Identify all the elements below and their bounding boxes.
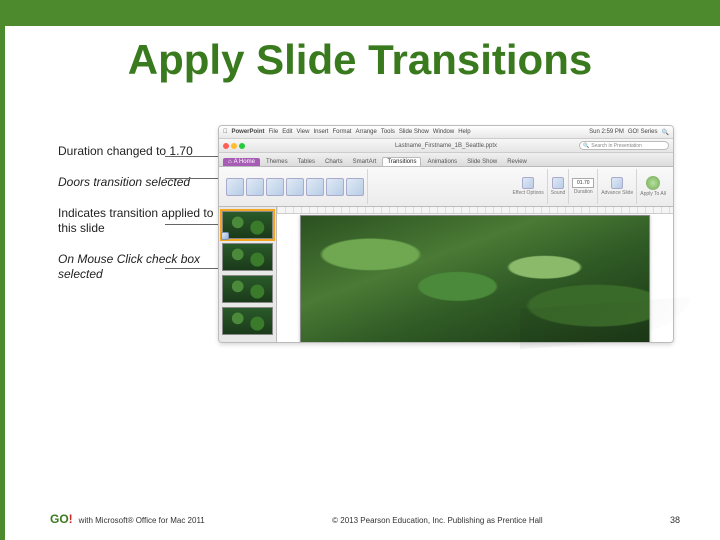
menu-item: View xyxy=(297,129,310,135)
slide-thumbnail xyxy=(222,211,273,239)
ribbon-apply-all: Apply To All xyxy=(637,169,669,204)
slide-thumbnail xyxy=(222,243,273,271)
slide-top-accent xyxy=(0,0,720,26)
search-input: Search in Presentation xyxy=(579,141,669,150)
tab-home: ⌂ A Home xyxy=(223,158,260,166)
embedded-screenshot: PowerPoint File Edit View Insert Format … xyxy=(218,125,674,343)
window-titlebar: Lastname_Firstname_1B_Seattle.pptx Searc… xyxy=(219,139,673,153)
ribbon-effect-options: Effect Options xyxy=(509,169,547,204)
menu-item: Help xyxy=(458,129,470,135)
menu-item: Tools xyxy=(381,129,395,135)
ribbon-duration: 01.70 Duration xyxy=(569,169,598,204)
apply-all-icon xyxy=(646,176,660,190)
menu-clock: Sun 2:59 PM xyxy=(589,129,624,136)
transition-thumb-icon xyxy=(286,178,304,196)
effect-options-icon xyxy=(522,177,534,189)
transition-thumb-icon xyxy=(246,178,264,196)
tab-charts: Charts xyxy=(321,158,347,166)
tab-animations: Animations xyxy=(423,158,461,166)
mac-menubar: PowerPoint File Edit View Insert Format … xyxy=(219,126,673,139)
ribbon-tabstrip: ⌂ A Home Themes Tables Charts SmartArt T… xyxy=(219,153,673,167)
spotlight-icon: 🔍 xyxy=(662,129,669,136)
tab-tables: Tables xyxy=(294,158,319,166)
transition-thumb-icon xyxy=(266,178,284,196)
menu-item: Format xyxy=(332,129,351,135)
footer-logo: GO! xyxy=(50,512,73,526)
callout-list: Duration changed to 1.70 Doors transitio… xyxy=(58,144,228,298)
horizontal-ruler xyxy=(277,207,673,214)
menu-item: Slide Show xyxy=(399,129,429,135)
menu-user: GO! Series xyxy=(628,129,658,136)
transition-thumb-icon xyxy=(326,178,344,196)
transition-thumb-icon xyxy=(346,178,364,196)
footer-page-number: 38 xyxy=(670,515,680,525)
minimize-icon xyxy=(231,143,237,149)
transition-thumb-icon xyxy=(306,178,324,196)
slide-thumbnail xyxy=(222,307,273,335)
window-traffic-lights xyxy=(223,143,245,149)
callout-indicator: Indicates transition applied to this sli… xyxy=(58,206,228,236)
slide-thumbnail xyxy=(222,275,273,303)
advance-icon xyxy=(611,177,623,189)
sound-icon xyxy=(552,177,564,189)
tab-slideshow: Slide Show xyxy=(463,158,501,166)
slide-footer: GO! with Microsoft® Office for Mac 2011 … xyxy=(50,512,680,526)
search-placeholder: Search in Presentation xyxy=(591,143,642,149)
ribbon-advance: Advance Slide xyxy=(598,169,637,204)
menu-item: Insert xyxy=(313,129,328,135)
current-slide xyxy=(300,215,650,343)
ribbon-sound: Sound xyxy=(548,169,569,204)
ribbon: Effect Options Sound 01.70 Duration Adva… xyxy=(219,167,673,207)
menu-item: File xyxy=(269,129,279,135)
menu-item: Window xyxy=(433,129,454,135)
zoom-icon xyxy=(239,143,245,149)
footer-copyright: © 2013 Pearson Education, Inc. Publishin… xyxy=(332,516,542,525)
tab-themes: Themes xyxy=(262,158,292,166)
ribbon-transition-gallery xyxy=(223,169,368,204)
menu-item: Edit xyxy=(282,129,292,135)
document-title: Lastname_Firstname_1B_Seattle.pptx xyxy=(395,143,497,149)
footer-book: with Microsoft® Office for Mac 2011 xyxy=(79,516,205,525)
menu-app: PowerPoint xyxy=(232,129,265,135)
slide-thumbnail-panel xyxy=(219,207,277,342)
apple-icon xyxy=(223,129,228,135)
callout-mouseclick: On Mouse Click check box selected xyxy=(58,252,228,282)
close-icon xyxy=(223,143,229,149)
slide-title: Apply Slide Transitions xyxy=(0,36,720,84)
duration-field: 01.70 xyxy=(572,178,594,188)
menu-item: Arrange xyxy=(355,129,376,135)
transition-indicator-icon xyxy=(221,232,229,240)
tab-review: Review xyxy=(503,158,531,166)
home-icon: ⌂ xyxy=(228,159,232,165)
tab-transitions: Transitions xyxy=(382,157,421,166)
callout-leader xyxy=(165,178,225,179)
workspace xyxy=(219,207,673,342)
slide-canvas xyxy=(277,207,673,342)
tab-smartart: SmartArt xyxy=(349,158,381,166)
transition-thumb-icon xyxy=(226,178,244,196)
